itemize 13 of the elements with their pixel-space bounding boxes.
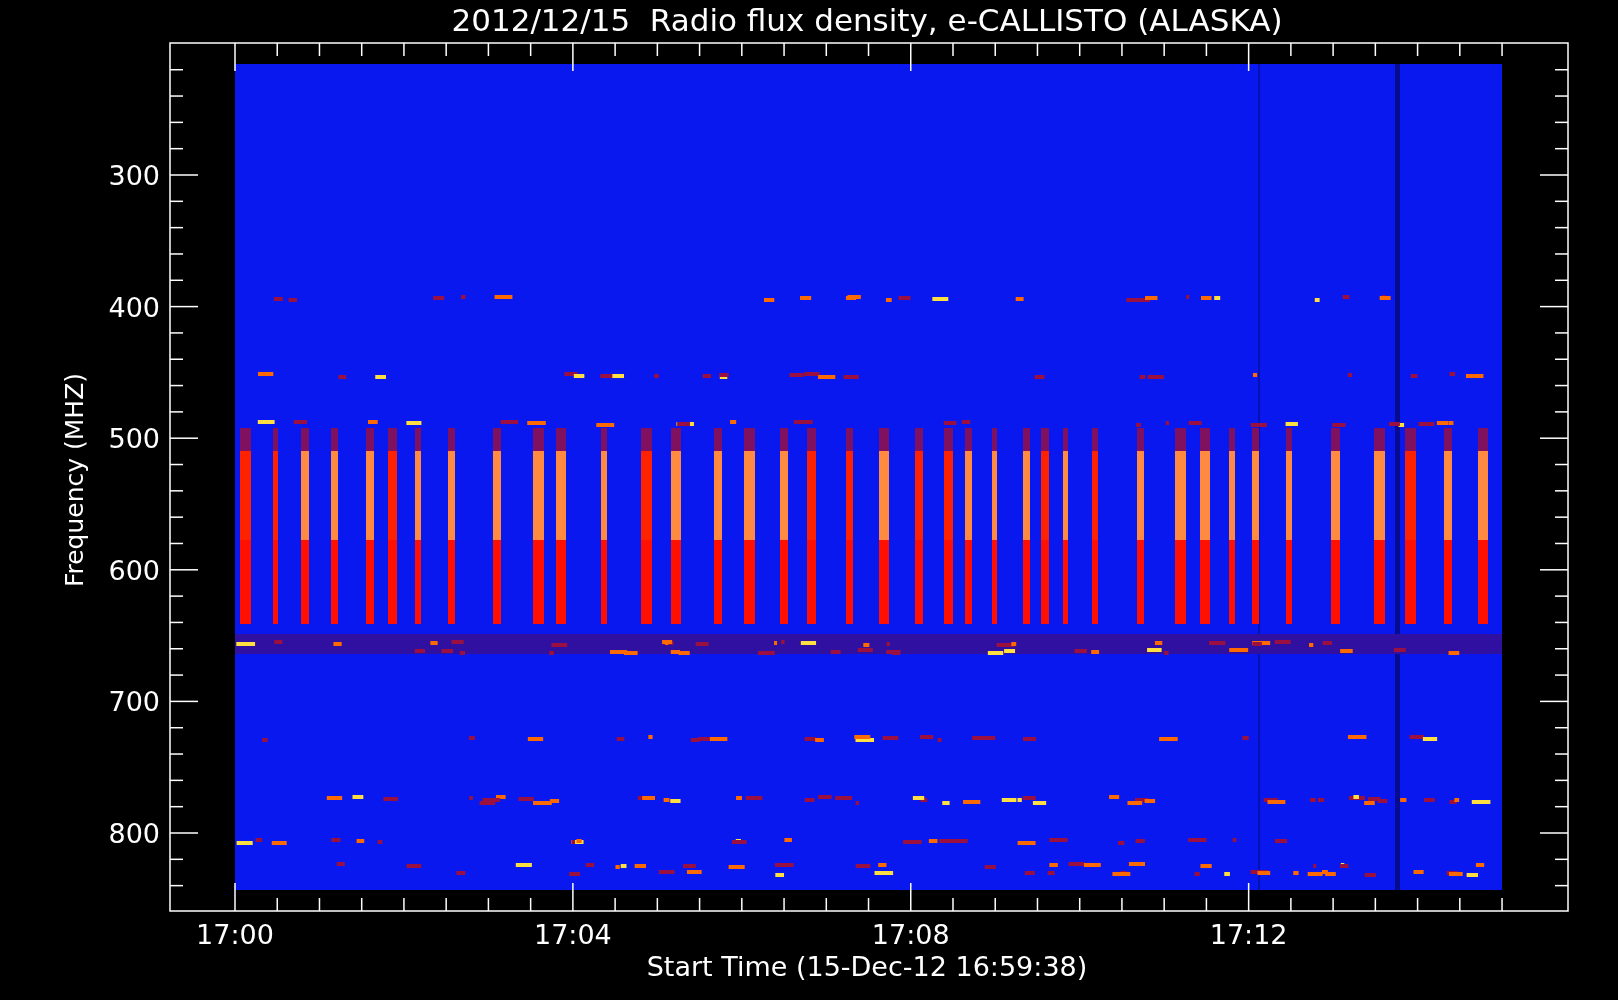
plot-title: 2012/12/15 Radio flux density, e-CALLISTO (ALASKA) <box>451 2 1283 38</box>
tick-label: 17:12 <box>1209 919 1288 950</box>
axis-label: Frequency (MHZ) <box>60 372 89 588</box>
tick-label: 17:08 <box>871 919 950 950</box>
tick-label: 17:00 <box>196 919 274 950</box>
tick-label: 600 <box>108 554 160 586</box>
axis-label: Start Time (15-Dec-12 16:59:38) <box>646 951 1088 982</box>
tick-label: 300 <box>108 160 160 191</box>
tick-label: 400 <box>108 291 160 323</box>
tick-label: 500 <box>108 423 160 455</box>
tick-label: 700 <box>108 686 160 718</box>
tick-label: 800 <box>108 818 160 849</box>
tick-label: 17:04 <box>533 919 612 950</box>
